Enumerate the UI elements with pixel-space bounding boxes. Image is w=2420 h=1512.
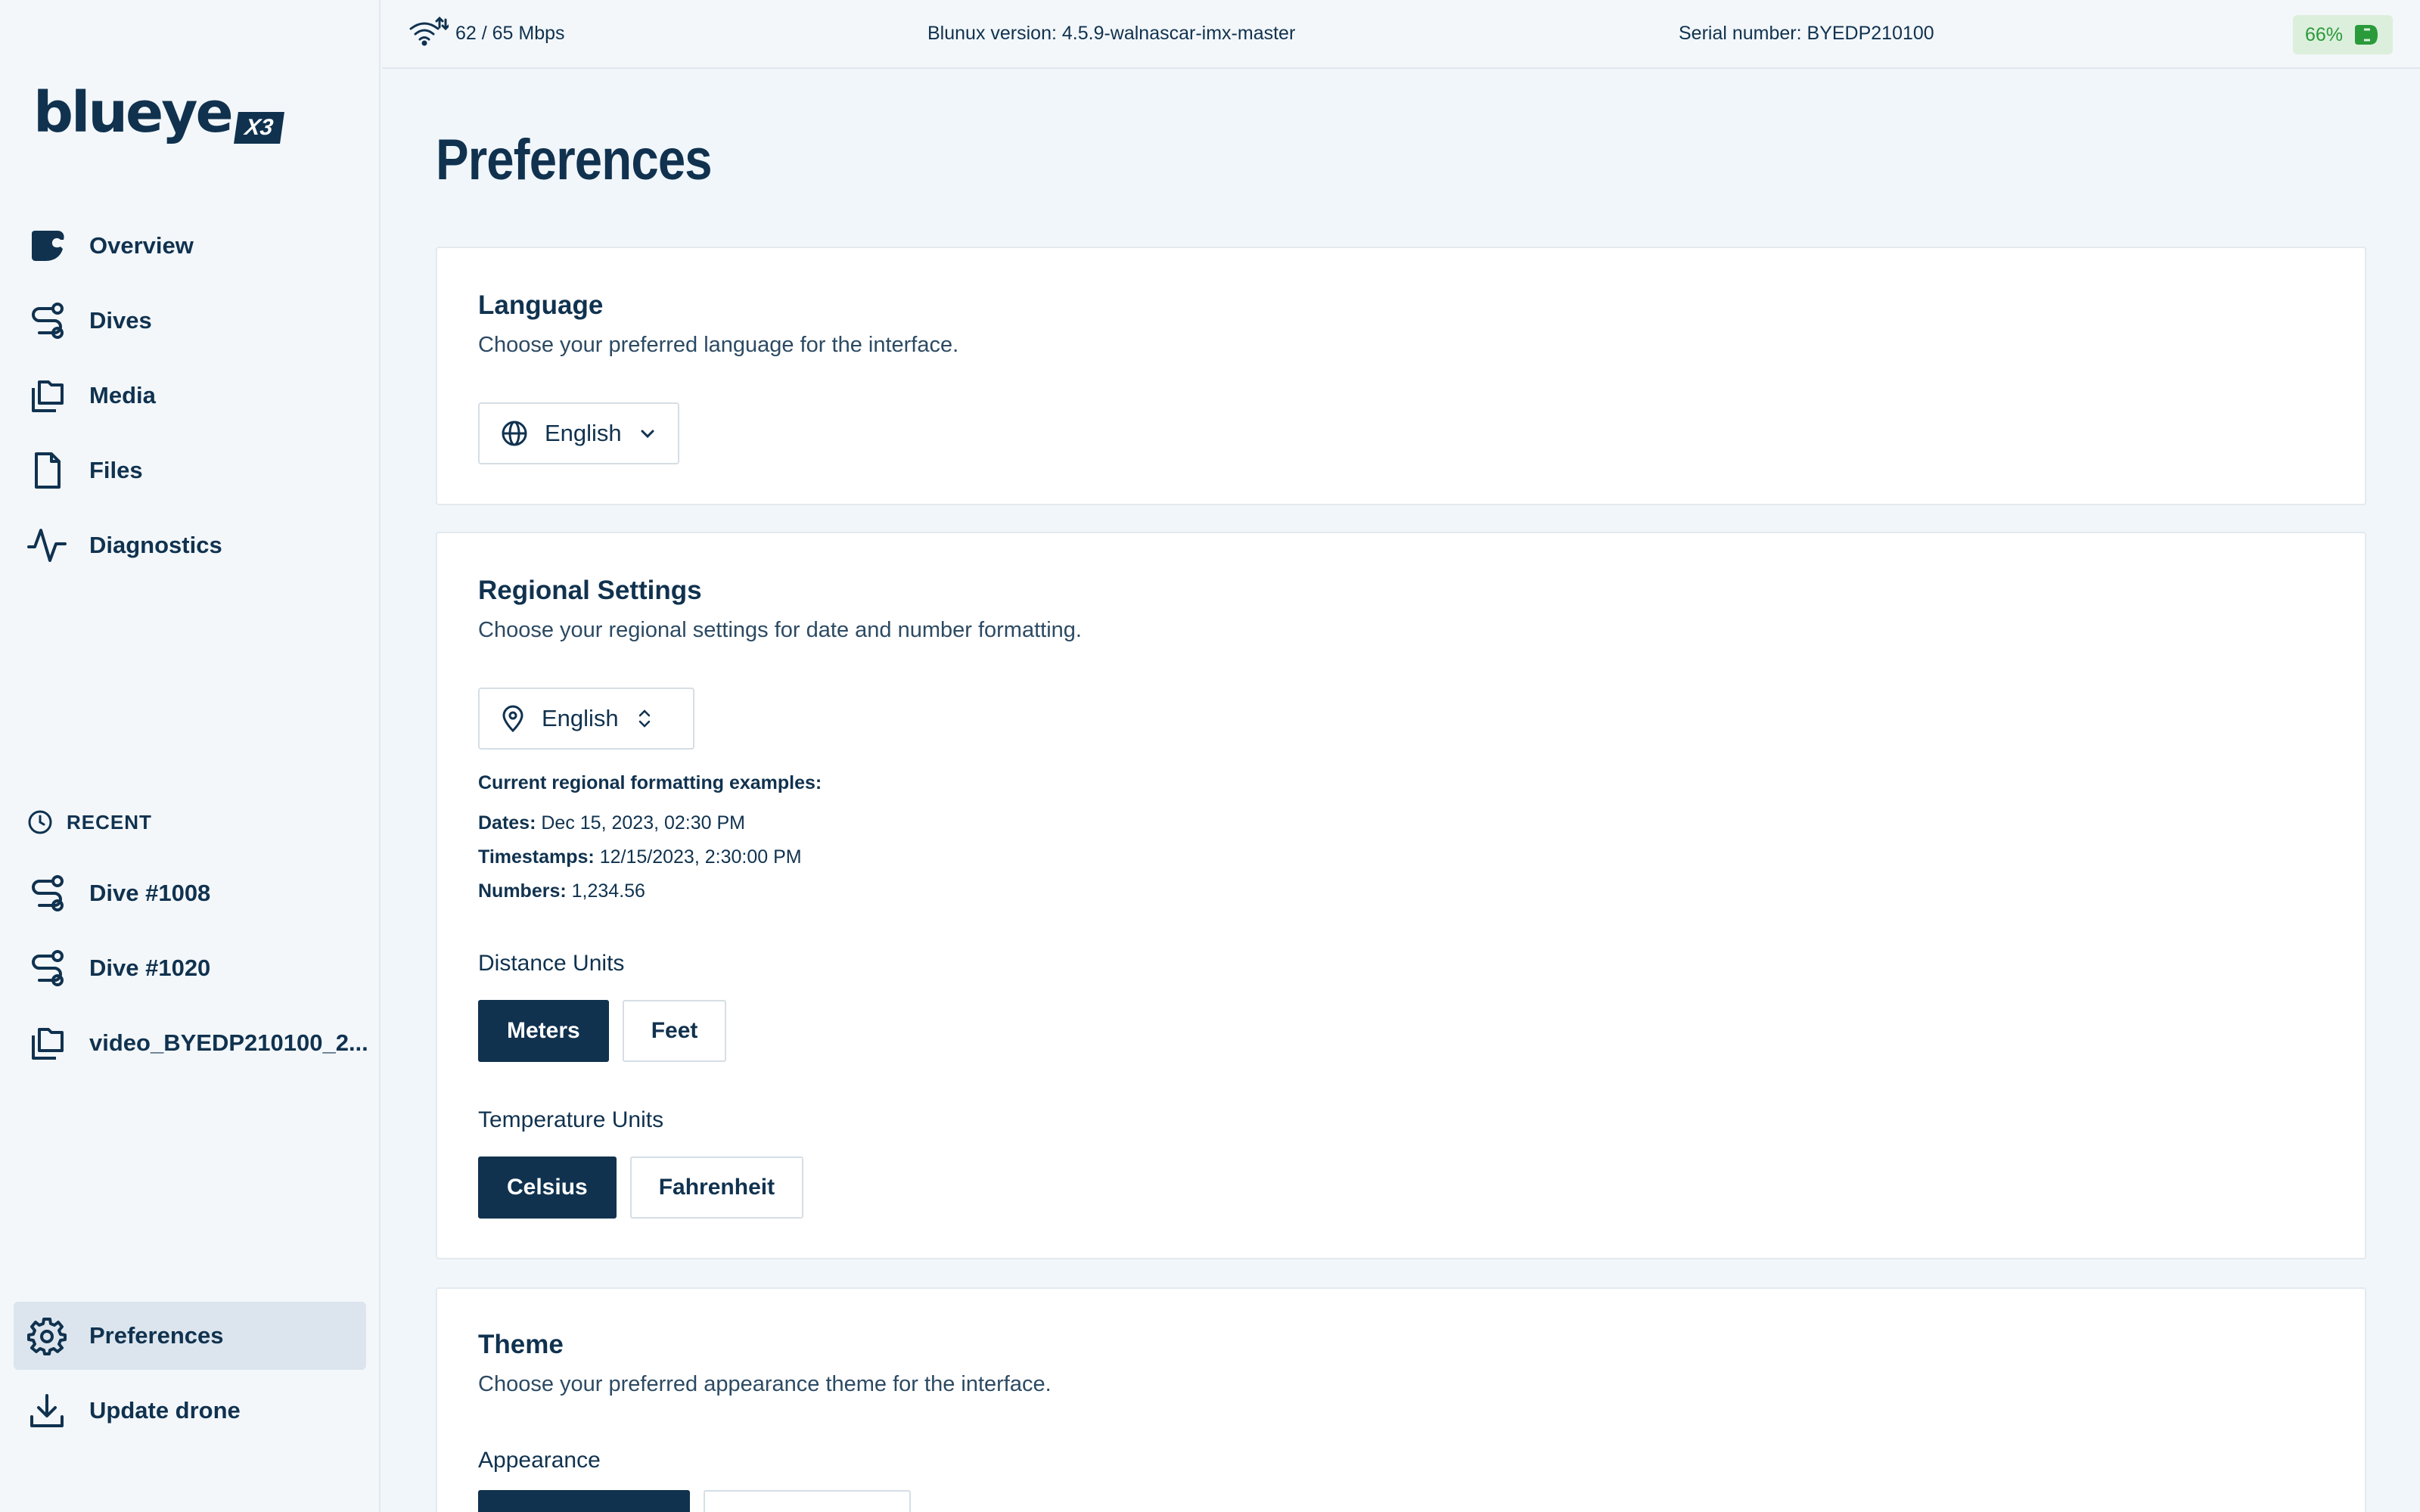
globe-icon <box>502 421 527 446</box>
sidebar-item-label: Overview <box>89 232 194 259</box>
sidebar: blueye X3 Overview Dives Media Files Dia… <box>0 0 381 1512</box>
recent-item-label: Dive #1020 <box>89 955 211 981</box>
recent-item-dive-1020[interactable]: Dive #1020 <box>14 934 366 1002</box>
sidebar-item-label: Media <box>89 382 156 408</box>
battery-charging-icon <box>2355 25 2378 45</box>
feet-button[interactable]: Feet <box>622 1000 727 1062</box>
file-icon <box>27 451 67 490</box>
media-icon <box>27 376 67 415</box>
temperature-units-toggle: Celsius Fahrenheit <box>478 1157 804 1219</box>
sidebar-item-label: Files <box>89 457 143 483</box>
wifi-transfer-icon <box>409 17 449 46</box>
examples-heading: Current regional formatting examples: <box>478 772 822 793</box>
chevron-up-down-icon <box>638 709 650 728</box>
dives-icon <box>27 874 67 913</box>
appearance-option-light[interactable] <box>478 1490 690 1512</box>
sidebar-item-label: Update drone <box>89 1397 241 1424</box>
blueye-logo[interactable]: blueye X3 <box>33 80 284 145</box>
language-card: Language Choose your preferred language … <box>436 247 2366 505</box>
software-version: Blunux version: 4.5.9-walnascar-imx-mast… <box>927 23 1296 44</box>
logo-model-badge: X3 <box>233 112 284 144</box>
distance-units-label: Distance Units <box>478 951 625 976</box>
region-select[interactable]: English <box>478 688 694 750</box>
sidebar-item-label: Dives <box>89 307 152 334</box>
sidebar-item-preferences[interactable]: Preferences <box>14 1302 366 1370</box>
download-icon <box>27 1391 67 1430</box>
example-value: Dec 15, 2023, 02:30 PM <box>541 812 745 834</box>
recent-item-label: video_BYEDP210100_2... <box>89 1029 368 1056</box>
fahrenheit-button[interactable]: Fahrenheit <box>629 1157 804 1219</box>
regional-settings-card: Regional Settings Choose your regional s… <box>436 532 2366 1259</box>
chevron-down-icon <box>641 430 654 439</box>
recent-item-label: Dive #1008 <box>89 880 211 906</box>
theme-title: Theme <box>478 1330 564 1359</box>
example-label: Numbers: <box>478 880 567 902</box>
status-bar: 62 / 65 Mbps Blunux version: 4.5.9-walna… <box>382 0 2420 69</box>
language-select[interactable]: English <box>478 402 679 464</box>
sidebar-item-label: Diagnostics <box>89 532 222 558</box>
network-speed: 62 / 65 Mbps <box>455 23 565 44</box>
location-pin-icon <box>502 705 523 732</box>
recent-item-video[interactable]: video_BYEDP210100_2... <box>14 1009 368 1077</box>
serial-number: Serial number: BYEDP210100 <box>1679 23 1934 44</box>
theme-card: Theme Choose your preferred appearance t… <box>436 1287 2366 1512</box>
region-select-value: English <box>542 705 619 731</box>
overview-icon <box>27 226 67 265</box>
example-value: 12/15/2023, 2:30:00 PM <box>599 846 802 868</box>
sidebar-item-overview[interactable]: Overview <box>14 212 366 280</box>
example-numbers: Numbers: 1,234.56 <box>478 880 645 902</box>
sidebar-item-diagnostics[interactable]: Diagnostics <box>14 511 366 579</box>
battery-percentage: 66% <box>2304 23 2344 45</box>
example-value: 1,234.56 <box>571 880 645 902</box>
recent-heading-label: RECENT <box>67 810 152 834</box>
language-select-value: English <box>545 420 622 446</box>
dives-icon <box>27 301 67 340</box>
media-icon <box>27 1023 67 1063</box>
logo-wordmark: blueye <box>33 80 234 145</box>
regional-description: Choose your regional settings for date a… <box>478 618 1082 642</box>
appearance-label: Appearance <box>478 1448 601 1473</box>
example-label: Dates: <box>478 812 536 834</box>
example-dates: Dates: Dec 15, 2023, 02:30 PM <box>478 812 745 834</box>
theme-description: Choose your preferred appearance theme f… <box>478 1372 1052 1396</box>
sidebar-item-update-drone[interactable]: Update drone <box>14 1377 366 1445</box>
example-label: Timestamps: <box>478 846 595 868</box>
example-timestamps: Timestamps: 12/15/2023, 2:30:00 PM <box>478 846 802 868</box>
activity-icon <box>27 526 67 565</box>
sidebar-item-files[interactable]: Files <box>14 436 366 505</box>
sidebar-item-label: Preferences <box>89 1322 224 1349</box>
meters-button[interactable]: Meters <box>478 1000 609 1062</box>
sidebar-item-dives[interactable]: Dives <box>14 287 366 355</box>
temperature-units-label: Temperature Units <box>478 1107 664 1132</box>
clock-icon <box>28 810 52 834</box>
recent-heading: RECENT <box>27 809 152 835</box>
regional-title: Regional Settings <box>478 576 702 605</box>
gear-icon <box>27 1316 67 1355</box>
distance-units-toggle: Meters Feet <box>478 1000 727 1062</box>
sidebar-item-media[interactable]: Media <box>14 362 366 430</box>
recent-item-dive-1008[interactable]: Dive #1008 <box>14 859 366 927</box>
language-description: Choose your preferred language for the i… <box>478 333 959 357</box>
page-title: Preferences <box>436 128 713 192</box>
language-title: Language <box>478 290 604 320</box>
dives-icon <box>27 948 67 988</box>
appearance-option-dark[interactable] <box>704 1490 911 1512</box>
battery-status: 66% <box>2293 15 2393 54</box>
celsius-button[interactable]: Celsius <box>478 1157 617 1219</box>
